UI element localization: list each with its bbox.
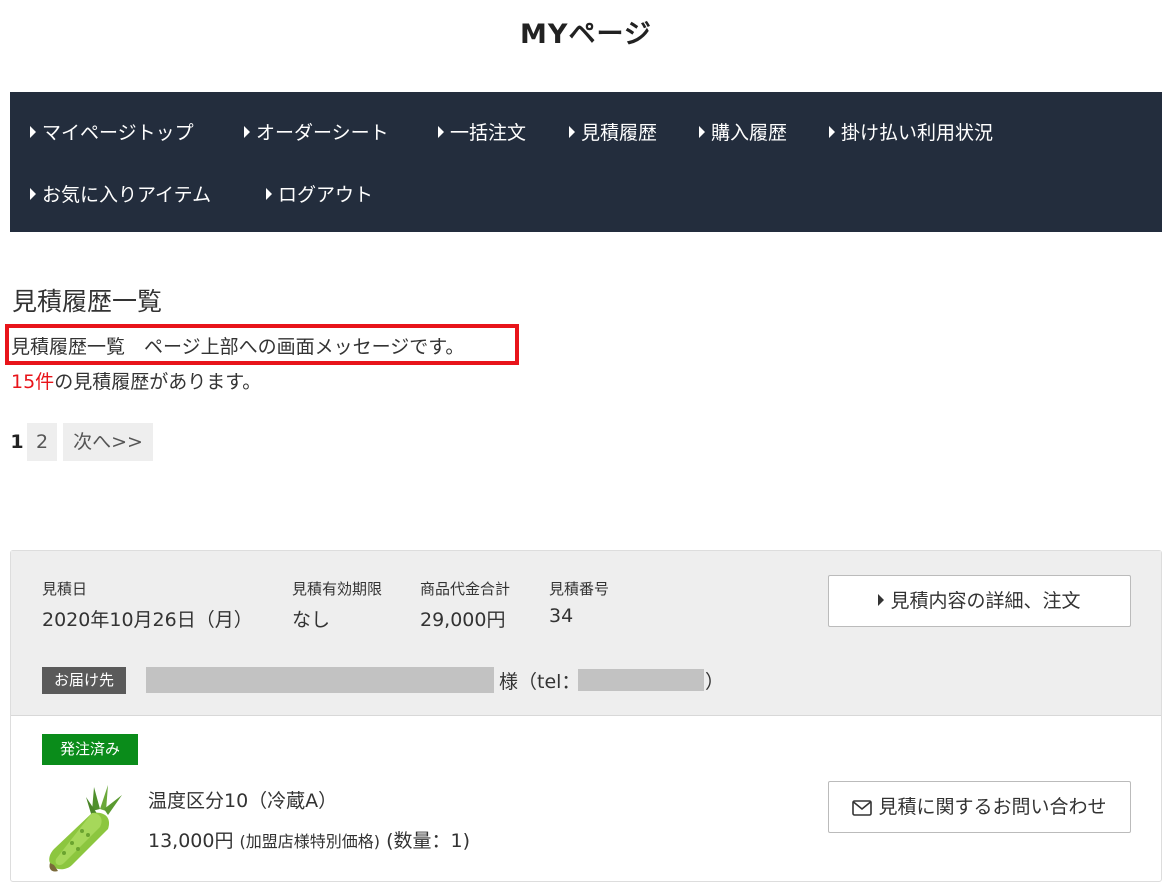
product-price-note: (加盟店様特別価格) <box>239 832 381 851</box>
nav-item-label: 見積履歴 <box>581 122 658 144</box>
quote-detail-button-label: 見積内容の詳細、注文 <box>890 590 1081 612</box>
quote-expiry-value: なし <box>292 609 331 631</box>
nav-item-label: 一括注文 <box>450 122 527 144</box>
nav-item-favorites[interactable]: お気に入りアイテム <box>30 180 211 207</box>
page-next-link[interactable]: 次へ>> <box>63 423 153 461</box>
nav-item-label: お気に入りアイテム <box>42 184 212 206</box>
quote-date-value: 2020年10月26日（月） <box>42 609 253 631</box>
nav-item-label: マイページトップ <box>42 122 194 144</box>
nav-item-purchase-history[interactable]: 購入履歴 <box>699 118 787 145</box>
status-badge: 発注済み <box>42 734 138 765</box>
product-quantity: (数量：1) <box>386 830 470 852</box>
product-name: 温度区分10（冷蔵A） <box>148 790 338 812</box>
nav-item-logout[interactable]: ログアウト <box>266 180 373 207</box>
quote-expiry-label: 見積有効期限 <box>292 580 383 598</box>
triangle-right-icon <box>878 594 885 606</box>
nav-item-bulk-order[interactable]: 一括注文 <box>438 118 526 145</box>
nav-item-label: 掛け払い利用状況 <box>841 122 994 144</box>
quote-detail-button[interactable]: 見積内容の詳細、注文 <box>828 575 1131 627</box>
delivery-tel-close: ） <box>705 671 725 693</box>
page-title: MYページ <box>520 19 652 50</box>
nav-item-mypage-top[interactable]: マイページトップ <box>30 118 194 145</box>
redacted-delivery-name <box>146 667 494 693</box>
redacted-delivery-tel <box>578 669 704 691</box>
quote-inquiry-button-label: 見積に関するお問い合わせ <box>878 796 1107 818</box>
delivery-tel-prefix: 様（tel： <box>499 671 581 693</box>
page-current: 1 <box>10 431 24 453</box>
nav-item-label: オーダーシート <box>256 122 389 144</box>
nav-item-credit-status[interactable]: 掛け払い利用状況 <box>829 118 993 145</box>
product-image <box>42 783 132 873</box>
nav-item-label: ログアウト <box>278 184 374 206</box>
result-count-suffix: の見積履歴があります。 <box>54 371 262 393</box>
quote-number-label: 見積番号 <box>549 580 610 598</box>
nav-item-order-sheet[interactable]: オーダーシート <box>244 118 389 145</box>
product-price-line: 13,000円 (加盟店様特別価格) (数量：1) <box>148 826 470 853</box>
delivery-badge: お届け先 <box>42 667 126 694</box>
triangle-right-icon <box>244 126 250 138</box>
triangle-right-icon <box>569 126 575 138</box>
result-count: 15件の見積履歴があります。 <box>11 367 261 394</box>
quote-total-label: 商品代金合計 <box>420 580 511 598</box>
nav-item-label: 購入履歴 <box>711 122 788 144</box>
nav-item-quote-history[interactable]: 見積履歴 <box>569 118 657 145</box>
quote-inquiry-button[interactable]: 見積に関するお問い合わせ <box>828 781 1131 833</box>
main-nav: マイページトップ オーダーシート 一括注文 見積履歴 購入履歴 掛け払い利用状況… <box>10 92 1162 232</box>
page-message: 見積履歴一覧 ページ上部への画面メッセージです。 <box>11 336 465 358</box>
section-title: 見積履歴一覧 <box>12 287 163 316</box>
quote-card: 見積日 2020年10月26日（月） 見積有効期限 なし 商品代金合計 29,0… <box>10 550 1162 882</box>
triangle-right-icon <box>30 188 36 200</box>
product-price: 13,000円 <box>148 830 234 852</box>
quote-date-label: 見積日 <box>42 580 88 598</box>
triangle-right-icon <box>699 126 705 138</box>
triangle-right-icon <box>30 126 36 138</box>
quote-total-value: 29,000円 <box>420 609 506 631</box>
quote-number-value: 34 <box>549 605 574 627</box>
quote-card-header: 見積日 2020年10月26日（月） 見積有効期限 なし 商品代金合計 29,0… <box>11 551 1161 716</box>
triangle-right-icon <box>829 126 835 138</box>
result-count-number: 15件 <box>11 371 55 393</box>
envelope-icon <box>852 785 873 835</box>
page-link-2[interactable]: 2 <box>27 423 57 461</box>
wasabi-image <box>49 785 122 872</box>
triangle-right-icon <box>266 188 272 200</box>
triangle-right-icon <box>438 126 444 138</box>
